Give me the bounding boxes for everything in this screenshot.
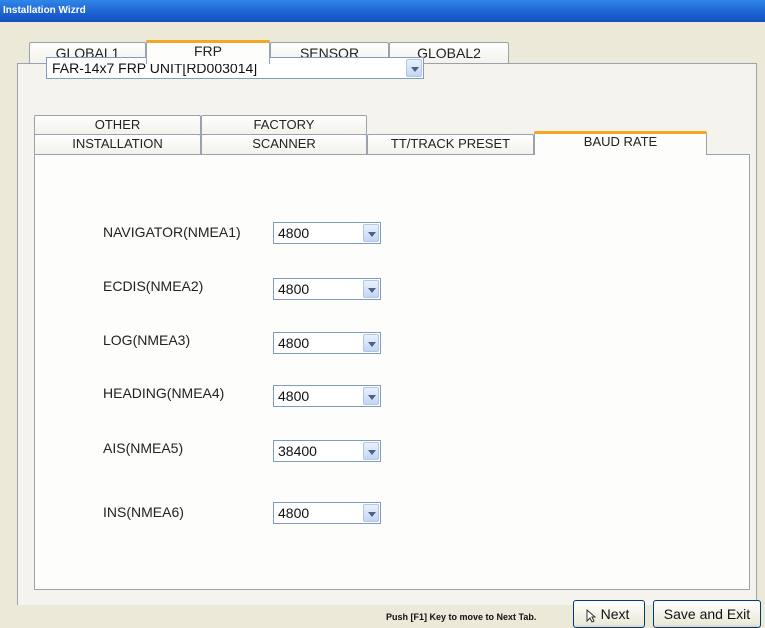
heading-nmea4-label: HEADING(NMEA4) [103, 385, 225, 401]
tab-other[interactable]: OTHER [34, 115, 201, 135]
tab-factory[interactable]: FACTORY [201, 115, 367, 135]
tab-tt-track-preset[interactable]: TT/TRACK PRESET [367, 134, 534, 154]
navigator-nmea1-label: NAVIGATOR(NMEA1) [103, 224, 241, 240]
save-and-exit-label: Save and Exit [663, 606, 751, 622]
baud-rate-panel [34, 154, 750, 590]
chevron-down-icon[interactable] [363, 442, 379, 460]
next-button-label: Next [600, 606, 630, 622]
navigator-nmea1-baud-value: 4800 [278, 225, 310, 241]
log-nmea3-baud-value: 4800 [278, 335, 310, 351]
ecdis-nmea2-label: ECDIS(NMEA2) [103, 278, 204, 294]
ins-nmea6-label: INS(NMEA6) [103, 504, 184, 520]
heading-nmea4-baud-select[interactable]: 4800 [273, 385, 381, 407]
tab-scanner[interactable]: SCANNER [201, 134, 367, 154]
log-nmea3-label: LOG(NMEA3) [103, 332, 191, 348]
heading-nmea4-baud-value: 4800 [278, 388, 310, 404]
chevron-down-icon[interactable] [363, 224, 379, 242]
ecdis-nmea2-baud-value: 4800 [278, 281, 310, 297]
tab-baud-rate[interactable]: BAUD RATE [534, 131, 707, 155]
tab-frp[interactable]: FRP [146, 40, 270, 64]
ecdis-nmea2-baud-select[interactable]: 4800 [273, 278, 381, 300]
mouse-pointer-icon [586, 609, 596, 623]
chevron-down-icon[interactable] [363, 280, 379, 298]
window-title: Installation Wizrd [3, 5, 86, 16]
ais-nmea5-baud-select[interactable]: 38400 [273, 440, 381, 462]
chevron-down-icon[interactable] [363, 334, 379, 352]
chevron-down-icon[interactable] [406, 59, 422, 77]
ins-nmea6-baud-value: 4800 [278, 505, 310, 521]
navigator-nmea1-baud-select[interactable]: 4800 [273, 222, 381, 244]
next-button[interactable]: Next [573, 600, 645, 628]
ins-nmea6-baud-select[interactable]: 4800 [273, 502, 381, 524]
chevron-down-icon[interactable] [363, 504, 379, 522]
tab-installation[interactable]: INSTALLATION [34, 134, 201, 154]
chevron-down-icon[interactable] [363, 387, 379, 405]
save-and-exit-button[interactable]: Save and Exit [653, 600, 761, 628]
window-title-bar: Installation Wizrd [0, 0, 765, 22]
log-nmea3-baud-select[interactable]: 4800 [273, 332, 381, 354]
f1-hint-text: Push [F1] Key to move to Next Tab. [386, 612, 537, 622]
ais-nmea5-label: AIS(NMEA5) [103, 440, 184, 456]
ais-nmea5-baud-value: 38400 [278, 443, 317, 459]
